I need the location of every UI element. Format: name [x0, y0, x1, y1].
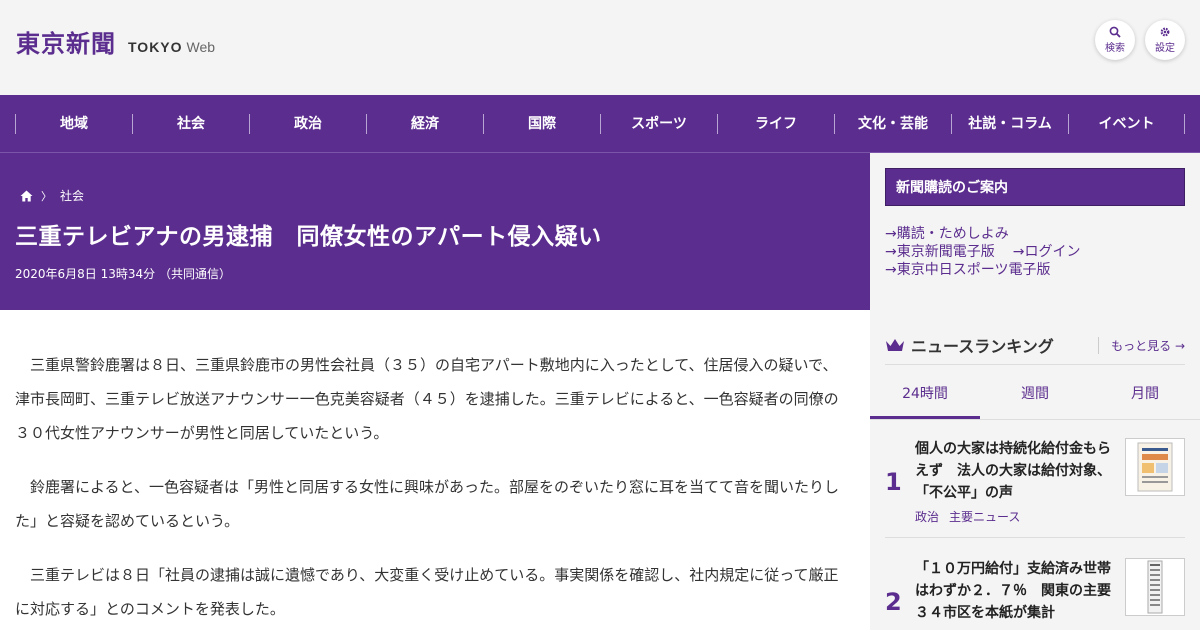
- settings-label: 設定: [1155, 43, 1175, 54]
- search-button[interactable]: 検索: [1095, 20, 1135, 60]
- arrow-right-icon: →: [885, 262, 897, 278]
- logo-tokyo-text: TOKYO: [128, 39, 183, 55]
- ranking-tabs: 24時間 週間 月間: [870, 370, 1200, 420]
- nav-item-sports[interactable]: スポーツ: [600, 113, 717, 134]
- tab-weekly[interactable]: 週間: [980, 370, 1090, 419]
- nav-item-region[interactable]: 地域: [15, 113, 132, 134]
- chevron-right-icon: 〉: [41, 189, 52, 203]
- ranking-thumbnail[interactable]: [1125, 558, 1185, 616]
- article-title: 三重テレビアナの男逮捕 同僚女性のアパート侵入疑い: [15, 224, 602, 250]
- ranking-tags: 政治 主要ニュース: [915, 508, 1030, 525]
- ranking-tag[interactable]: 主要ニュース: [949, 510, 1020, 524]
- ranking-number: 2: [885, 588, 902, 616]
- arrow-right-icon: →: [1174, 339, 1185, 353]
- tab-monthly[interactable]: 月間: [1090, 370, 1200, 419]
- crown-icon: [886, 338, 904, 351]
- ranking-tag[interactable]: 政治: [915, 510, 939, 524]
- ranking-thumbnail[interactable]: [1125, 438, 1185, 496]
- table-thumbnail-icon: [1147, 560, 1163, 614]
- settings-button[interactable]: 設定: [1145, 20, 1185, 60]
- arrow-right-icon: →: [885, 244, 897, 260]
- document-thumbnail-icon: [1137, 442, 1173, 492]
- ranking-more-link[interactable]: もっと見る →: [1098, 337, 1185, 354]
- link-subscribe[interactable]: 購読・ためしよみ: [897, 225, 1009, 243]
- search-label: 検索: [1105, 43, 1125, 54]
- ranking-item[interactable]: 2 「１０万円給付」支給済み世帯はわずか２．７％ 関東の主要３４市区を本紙が集計: [885, 548, 1185, 630]
- nav-item-culture[interactable]: 文化・芸能: [834, 113, 951, 134]
- article-body: 三重県警鈴鹿署は８日、三重県鈴鹿市の男性会社員（３５）の自宅アパート敷地内に入っ…: [0, 310, 870, 630]
- nav-item-international[interactable]: 国際: [483, 113, 600, 134]
- link-login[interactable]: ログイン: [1024, 243, 1080, 261]
- nav-item-editorial[interactable]: 社説・コラム: [951, 113, 1068, 134]
- article-paragraph: 三重テレビは８日「社員の逮捕は誠に遺憾であり、大変重く受け止めている。事実関係を…: [15, 566, 839, 618]
- logo-web-text: Web: [186, 39, 216, 55]
- article-paragraph: 三重県警鈴鹿署は８日、三重県鈴鹿市の男性会社員（３５）の自宅アパート敷地内に入っ…: [15, 356, 839, 442]
- gear-icon: [1160, 27, 1170, 37]
- arrow-right-icon: →: [885, 226, 897, 242]
- nav-item-society[interactable]: 社会: [132, 113, 249, 134]
- link-chunichi-sports[interactable]: 東京中日スポーツ電子版: [897, 261, 1051, 279]
- ranking-header: ニュースランキング もっと見る →: [885, 325, 1185, 365]
- news-ranking: ニュースランキング もっと見る → 24時間 週間 月間 1 個人の大家は持続化…: [870, 310, 1200, 630]
- nav-item-events[interactable]: イベント: [1068, 113, 1185, 134]
- subscription-heading[interactable]: 新聞購読のご案内: [885, 168, 1185, 206]
- breadcrumb-category[interactable]: 社会: [60, 187, 84, 204]
- nav-item-economy[interactable]: 経済: [366, 113, 483, 134]
- arrow-right-icon: →: [1012, 244, 1025, 260]
- sidebar: 新聞購読のご案内 → 購読・ためしよみ → 東京新聞電子版 → ログイン → 東…: [870, 153, 1200, 630]
- nav-item-life[interactable]: ライフ: [717, 113, 834, 134]
- nav-item-politics[interactable]: 政治: [249, 113, 366, 134]
- tab-24h[interactable]: 24時間: [870, 370, 980, 419]
- ranking-headline[interactable]: 「１０万円給付」支給済み世帯はわずか２．７％ 関東の主要３４市区を本紙が集計: [915, 558, 1120, 624]
- ranking-item[interactable]: 1 個人の大家は持続化給付金もらえず 法人の大家は給付対象、「不公平」の声 政治…: [885, 428, 1185, 538]
- article-paragraph: 鈴鹿署によると、一色容疑者は「男性と同居する女性に興味があった。部屋をのぞいたり…: [15, 478, 839, 530]
- article-header: 〉 社会 三重テレビアナの男逮捕 同僚女性のアパート侵入疑い 2020年6月8日…: [0, 153, 870, 310]
- ranking-more-label: もっと見る: [1111, 339, 1172, 353]
- main-nav: 地域 社会 政治 経済 国際 スポーツ ライフ 文化・芸能 社説・コラム イベン…: [0, 95, 1200, 153]
- ranking-headline[interactable]: 個人の大家は持続化給付金もらえず 法人の大家は給付対象、「不公平」の声: [915, 438, 1120, 504]
- search-icon: [1109, 26, 1121, 38]
- home-icon[interactable]: [20, 190, 33, 202]
- link-digital-edition[interactable]: 東京新聞電子版: [897, 243, 995, 261]
- ranking-number: 1: [885, 468, 902, 496]
- subscription-links: → 購読・ためしよみ → 東京新聞電子版 → ログイン → 東京中日スポーツ電子…: [885, 225, 1080, 279]
- article-dateline: 2020年6月8日 13時34分 （共同通信）: [15, 267, 231, 281]
- site-logo[interactable]: 東京新聞 TOKYO Web: [16, 24, 215, 59]
- breadcrumb: 〉 社会: [20, 187, 84, 204]
- logo-main-text: 東京新聞: [16, 29, 116, 58]
- site-header: 東京新聞 TOKYO Web 検索 設定: [0, 0, 1200, 95]
- ranking-title: ニュースランキング: [911, 336, 1054, 356]
